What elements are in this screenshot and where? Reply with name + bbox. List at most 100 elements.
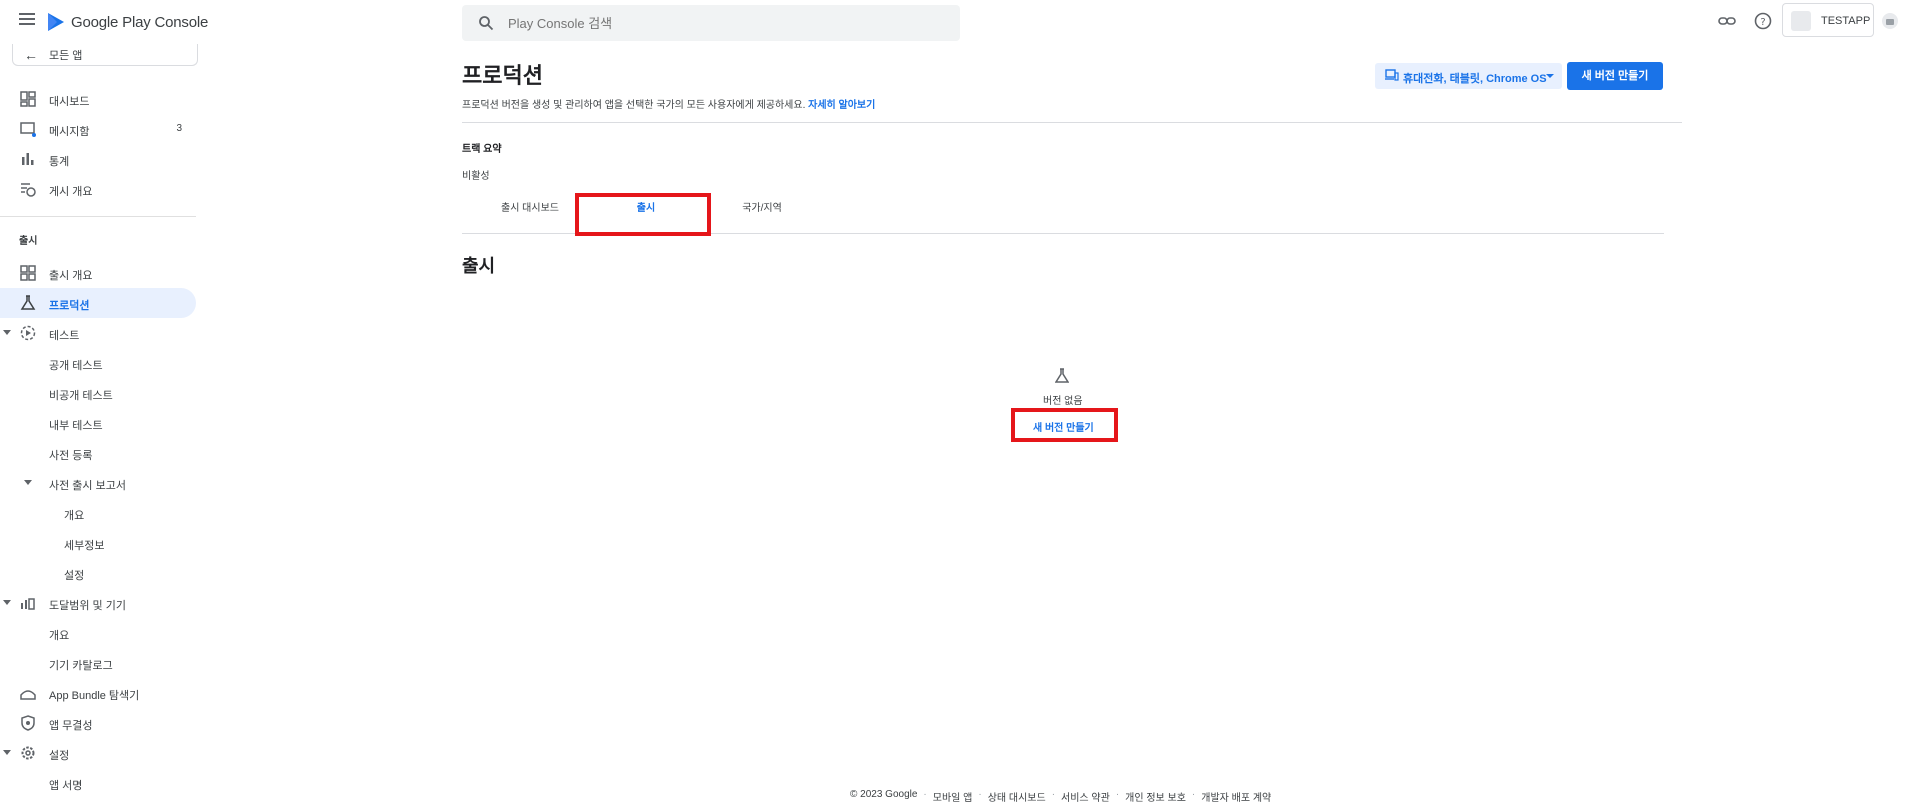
sidebar-item-app-signing[interactable]: 앱 서명 bbox=[0, 768, 196, 798]
sidebar-item-label: 사전 출시 보고서 bbox=[49, 480, 126, 492]
footer-link-status-dashboard[interactable]: 상태 대시보드 bbox=[988, 789, 1046, 804]
svg-text:?: ? bbox=[1760, 17, 1765, 28]
track-summary-label: 트랙 요약 bbox=[462, 144, 502, 155]
tab-release-dashboard[interactable]: 출시 대시보드 bbox=[480, 196, 580, 234]
tab-label: 국가/지역 bbox=[742, 203, 782, 214]
app-bundle-icon bbox=[20, 690, 36, 700]
tab-countries-regions[interactable]: 국가/지역 bbox=[712, 196, 812, 234]
sidebar-item-reach-devices[interactable]: 도달범위 및 기기 bbox=[0, 588, 196, 618]
device-filter-dropdown[interactable]: 휴대전화, 태블릿, Chrome OS bbox=[1375, 63, 1562, 89]
tab-label: 출시 bbox=[636, 203, 656, 214]
shield-icon bbox=[21, 715, 35, 731]
app-avatar bbox=[1791, 11, 1811, 31]
sidebar-item-label: 메시지함 bbox=[49, 126, 90, 138]
sidebar-item-label: 앱 서명 bbox=[49, 780, 83, 792]
release-overview-icon bbox=[20, 265, 36, 281]
header-divider bbox=[462, 122, 1682, 123]
sidebar-item-label: 게시 개요 bbox=[49, 186, 93, 198]
learn-more-link[interactable]: 자세히 알아보기 bbox=[808, 100, 875, 111]
bar-chart-icon bbox=[22, 153, 34, 165]
flask-icon bbox=[1055, 368, 1069, 383]
tab-bar: 출시 대시보드 출시 국가/지역 bbox=[462, 196, 1664, 235]
publishing-overview-icon bbox=[21, 183, 36, 197]
search-icon bbox=[479, 16, 494, 31]
account-name: TESTAPP bbox=[1821, 15, 1871, 27]
sidebar-item-statistics[interactable]: 통계 bbox=[0, 144, 196, 174]
tab-releases[interactable]: 출시 bbox=[590, 196, 702, 235]
help-icon[interactable]: ? bbox=[1753, 11, 1773, 31]
sidebar-item-testing[interactable]: 테스트 bbox=[0, 318, 196, 348]
section-title: 출시 bbox=[462, 256, 496, 276]
footer-copyright: © 2023 Google bbox=[850, 789, 918, 800]
sidebar-item-internal-testing[interactable]: 내부 테스트 bbox=[0, 408, 196, 438]
sidebar-item-settings[interactable]: 설정 bbox=[0, 738, 196, 768]
sidebar-item-inbox[interactable]: 메시지함 3 bbox=[0, 114, 196, 144]
caret-down-icon[interactable] bbox=[3, 600, 11, 605]
sidebar-item-label: 대시보드 bbox=[49, 96, 90, 108]
search-bar[interactable] bbox=[462, 5, 960, 41]
sidebar-item-label: 앱 무결성 bbox=[49, 720, 93, 732]
chevron-down-icon bbox=[1546, 74, 1554, 78]
sidebar-item-pre-launch-report[interactable]: 사전 출시 보고서 bbox=[0, 468, 196, 498]
footer-link-terms[interactable]: 서비스 약관 bbox=[1061, 789, 1110, 804]
gear-icon bbox=[21, 746, 35, 760]
sidebar-item-prelaunch-settings[interactable]: 설정 bbox=[0, 558, 196, 588]
sidebar-item-app-integrity[interactable]: 앱 무결성 bbox=[0, 708, 196, 738]
footer-separator: · bbox=[923, 789, 927, 800]
empty-state-text: 버전 없음 bbox=[1043, 396, 1083, 407]
inbox-count-badge: 3 bbox=[176, 123, 182, 134]
footer-link-privacy[interactable]: 개인 정보 보호 bbox=[1125, 789, 1186, 804]
sidebar-item-label: 개요 bbox=[49, 630, 70, 642]
sidebar-item-open-testing[interactable]: 공개 테스트 bbox=[0, 348, 196, 378]
link-icon[interactable] bbox=[1717, 11, 1737, 31]
sidebar-item-production[interactable]: 프로덕션 bbox=[0, 288, 196, 318]
sidebar-item-pre-registration[interactable]: 사전 등록 bbox=[0, 438, 196, 468]
reach-devices-icon bbox=[21, 598, 35, 610]
caret-down-icon[interactable] bbox=[3, 330, 11, 335]
back-to-all-apps[interactable]: ← 모든 앱 bbox=[12, 44, 198, 66]
create-new-release-link[interactable]: 새 버전 만들기 bbox=[1033, 419, 1094, 434]
caret-down-icon[interactable] bbox=[24, 480, 32, 485]
play-logo-icon bbox=[48, 13, 64, 31]
footer-separator: · bbox=[978, 789, 982, 800]
sidebar: ← 모든 앱 대시보드 메시지함 3 통계 게시 개요 출시 출시 개요 프로덕… bbox=[0, 44, 200, 811]
sidebar-item-reach-overview[interactable]: 개요 bbox=[0, 618, 196, 648]
footer-link-mobile-app[interactable]: 모바일 앱 bbox=[933, 789, 973, 804]
sidebar-section-release: 출시 bbox=[19, 236, 38, 247]
footer-link-developer-agreement[interactable]: 개발자 배포 계약 bbox=[1201, 789, 1271, 804]
sidebar-item-label: 프로덕션 bbox=[49, 300, 90, 312]
sidebar-item-label: 도달범위 및 기기 bbox=[49, 600, 126, 612]
sidebar-item-label: App Bundle 탐색기 bbox=[49, 690, 140, 702]
tab-label: 출시 대시보드 bbox=[501, 203, 559, 214]
sidebar-item-label: 공개 테스트 bbox=[49, 360, 103, 372]
caret-down-icon[interactable] bbox=[3, 750, 11, 755]
sidebar-item-label: 출시 개요 bbox=[49, 270, 93, 282]
sidebar-item-publishing-overview[interactable]: 게시 개요 bbox=[0, 174, 196, 204]
search-input[interactable] bbox=[508, 5, 938, 41]
sidebar-item-label: 개요 bbox=[64, 510, 85, 522]
sidebar-item-dashboard[interactable]: 대시보드 bbox=[0, 84, 196, 114]
top-bar: Google Play Console ? TESTAPP bbox=[0, 0, 1907, 44]
play-console-logo[interactable]: Google Play Console bbox=[47, 12, 208, 32]
back-label: 모든 앱 bbox=[49, 50, 83, 62]
menu-icon[interactable] bbox=[19, 13, 35, 27]
sidebar-item-label: 통계 bbox=[49, 156, 70, 168]
android-icon[interactable] bbox=[1880, 11, 1900, 31]
devices-icon bbox=[1385, 69, 1399, 81]
device-filter-label: 휴대전화, 태블릿, Chrome OS bbox=[1403, 73, 1547, 85]
sidebar-item-release-overview[interactable]: 출시 개요 bbox=[0, 258, 196, 288]
logo-text: Google Play Console bbox=[71, 13, 209, 31]
create-new-release-button[interactable]: 새 버전 만들기 bbox=[1567, 62, 1663, 90]
sidebar-item-device-catalog[interactable]: 기기 카탈로그 bbox=[0, 648, 196, 678]
sidebar-item-closed-testing[interactable]: 비공개 테스트 bbox=[0, 378, 196, 408]
flask-icon bbox=[20, 295, 36, 310]
account-chip[interactable]: TESTAPP bbox=[1782, 3, 1874, 37]
track-status: 비활성 bbox=[462, 171, 490, 182]
dashboard-icon bbox=[20, 91, 36, 107]
sidebar-item-label: 내부 테스트 bbox=[49, 420, 103, 432]
sidebar-item-prelaunch-details[interactable]: 세부정보 bbox=[0, 528, 196, 558]
testing-icon bbox=[20, 325, 36, 341]
sidebar-item-label: 비공개 테스트 bbox=[49, 390, 113, 402]
sidebar-item-prelaunch-overview[interactable]: 개요 bbox=[0, 498, 196, 528]
sidebar-item-app-bundle-explorer[interactable]: App Bundle 탐색기 bbox=[0, 678, 196, 708]
